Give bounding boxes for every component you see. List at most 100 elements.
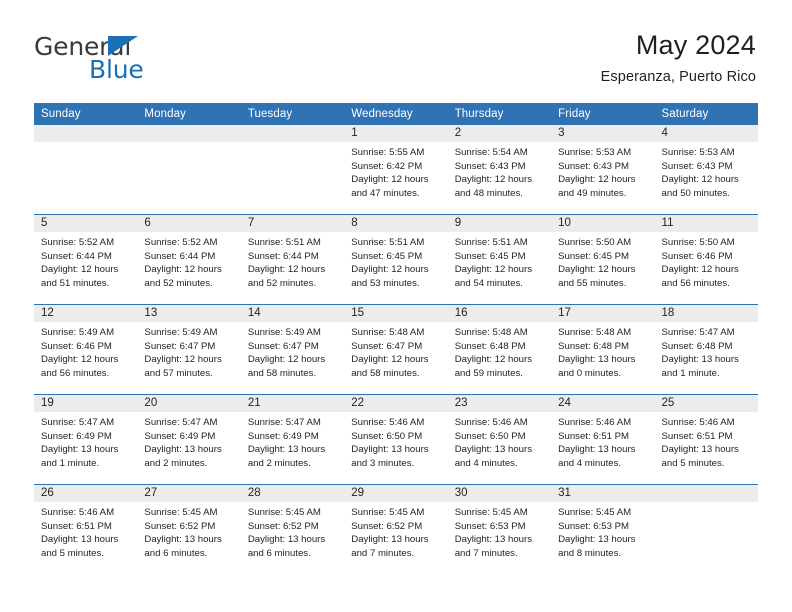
- daylight-text-line2: and 1 minute.: [661, 367, 720, 379]
- calendar-cell-inner: 23 Sunrise: 5:46 AM Sunset: 6:50 PM Dayligh…: [447, 395, 552, 484]
- day-number: 28: [240, 485, 345, 502]
- calendar-day-cell[interactable]: 10 Sunrise: 5:50 AM Sunset: 6:45 PM Dayligh…: [551, 214, 655, 305]
- day-details: Sunrise: 5:49 AM Sunset: 6:47 PM Daylight:…: [137, 322, 240, 380]
- daylight-text-line1: Daylight: 12 hours: [41, 354, 119, 366]
- daylight-text-line1: Daylight: 12 hours: [558, 174, 636, 186]
- calendar-cell-inner: 10 Sunrise: 5:50 AM Sunset: 6:45 PM Dayligh…: [551, 215, 655, 304]
- day-details: Sunrise: 5:47 AM Sunset: 6:49 PM Daylight:…: [137, 412, 240, 470]
- general-blue-logo[interactable]: General Blue: [34, 34, 214, 86]
- day-details: Sunrise: 5:49 AM Sunset: 6:46 PM Daylight:…: [34, 322, 137, 380]
- calendar-body: 1 Sunrise: 5:55 AM Sunset: 6:42 PM Daylight…: [34, 125, 758, 574]
- sunrise-text: Sunrise: 5:50 AM: [661, 237, 735, 248]
- calendar-day-cell[interactable]: 21 Sunrise: 5:47 AM Sunset: 6:49 PM Dayligh…: [240, 394, 345, 485]
- sunrise-text: Sunrise: 5:47 AM: [41, 417, 115, 428]
- sunset-text: Sunset: 6:45 PM: [351, 250, 423, 262]
- calendar-day-cell[interactable]: 31 Sunrise: 5:45 AM Sunset: 6:53 PM Dayligh…: [551, 484, 655, 574]
- calendar-cell-inner: 7 Sunrise: 5:51 AM Sunset: 6:44 PM Daylight…: [240, 215, 345, 304]
- day-details: Sunrise: 5:46 AM Sunset: 6:50 PM Daylight:…: [448, 412, 551, 470]
- calendar-day-cell[interactable]: 13 Sunrise: 5:49 AM Sunset: 6:47 PM Dayligh…: [137, 304, 241, 395]
- sunset-text: Sunset: 6:53 PM: [454, 520, 526, 532]
- day-details: Sunrise: 5:45 AM Sunset: 6:53 PM Daylight:…: [551, 502, 654, 560]
- calendar-day-cell[interactable]: 28 Sunrise: 5:45 AM Sunset: 6:52 PM Dayligh…: [240, 484, 345, 574]
- day-details: Sunrise: 5:55 AM Sunset: 6:42 PM Daylight:…: [344, 142, 447, 200]
- sunset-text: Sunset: 6:42 PM: [351, 160, 423, 172]
- calendar-cell-inner: 18 Sunrise: 5:47 AM Sunset: 6:48 PM Dayligh…: [654, 305, 758, 394]
- sunset-text: Sunset: 6:47 PM: [247, 340, 319, 352]
- daylight-text-line1: Daylight: 12 hours: [247, 354, 326, 366]
- day-details: Sunrise: 5:47 AM Sunset: 6:48 PM Daylight:…: [655, 322, 758, 380]
- calendar-cell-inner: 6 Sunrise: 5:52 AM Sunset: 6:44 PM Daylight…: [137, 215, 241, 304]
- calendar-day-cell[interactable]: 18 Sunrise: 5:47 AM Sunset: 6:48 PM Dayligh…: [654, 304, 758, 395]
- daylight-text-line1: Daylight: 13 hours: [661, 444, 739, 456]
- daylight-text-line1: Daylight: 12 hours: [558, 264, 636, 276]
- daylight-text-line2: and 55 minutes.: [558, 277, 627, 289]
- weekday-header-monday: Monday: [137, 103, 241, 125]
- day-details: Sunrise: 5:48 AM Sunset: 6:48 PM Daylight:…: [551, 322, 654, 380]
- calendar-day-cell[interactable]: 24 Sunrise: 5:46 AM Sunset: 6:51 PM Dayligh…: [551, 394, 655, 485]
- calendar-day-cell[interactable]: 6 Sunrise: 5:52 AM Sunset: 6:44 PM Daylight…: [137, 214, 241, 305]
- day-details: Sunrise: 5:51 AM Sunset: 6:45 PM Daylight:…: [344, 232, 447, 290]
- day-number: [240, 125, 345, 142]
- daylight-text-line2: and 4 minutes.: [558, 457, 622, 469]
- calendar-day-cell[interactable]: 4 Sunrise: 5:53 AM Sunset: 6:43 PM Daylight…: [654, 125, 758, 215]
- calendar-day-cell[interactable]: 7 Sunrise: 5:51 AM Sunset: 6:44 PM Daylight…: [240, 214, 345, 305]
- day-number: 18: [654, 305, 758, 322]
- calendar-day-cell[interactable]: 19 Sunrise: 5:47 AM Sunset: 6:49 PM Dayligh…: [34, 394, 138, 485]
- day-number: 27: [137, 485, 241, 502]
- calendar-day-cell[interactable]: 17 Sunrise: 5:48 AM Sunset: 6:48 PM Dayligh…: [551, 304, 655, 395]
- calendar-day-cell[interactable]: 30 Sunrise: 5:45 AM Sunset: 6:53 PM Dayligh…: [447, 484, 552, 574]
- calendar-cell-inner: [654, 485, 758, 574]
- calendar-cell-inner: 8 Sunrise: 5:51 AM Sunset: 6:45 PM Daylight…: [344, 215, 448, 304]
- calendar-day-cell[interactable]: 12 Sunrise: 5:49 AM Sunset: 6:46 PM Dayligh…: [34, 304, 138, 395]
- sunset-text: Sunset: 6:45 PM: [454, 250, 526, 262]
- calendar-day-cell[interactable]: 29 Sunrise: 5:45 AM Sunset: 6:52 PM Dayligh…: [344, 484, 448, 574]
- day-details: Sunrise: 5:54 AM Sunset: 6:43 PM Daylight:…: [448, 142, 551, 200]
- daylight-text-line2: and 4 minutes.: [454, 457, 518, 469]
- sunrise-text: Sunrise: 5:45 AM: [144, 507, 218, 518]
- calendar-day-cell[interactable]: 3 Sunrise: 5:53 AM Sunset: 6:43 PM Daylight…: [551, 125, 655, 215]
- sunrise-text: Sunrise: 5:47 AM: [144, 417, 218, 428]
- sunrise-text: Sunrise: 5:45 AM: [247, 507, 321, 518]
- daylight-text-line1: Daylight: 13 hours: [454, 444, 533, 456]
- sunset-text: Sunset: 6:45 PM: [558, 250, 630, 262]
- calendar-day-cell[interactable]: 15 Sunrise: 5:48 AM Sunset: 6:47 PM Dayligh…: [344, 304, 448, 395]
- calendar-day-cell[interactable]: 8 Sunrise: 5:51 AM Sunset: 6:45 PM Daylight…: [344, 214, 448, 305]
- day-number: 14: [240, 305, 345, 322]
- calendar-day-cell[interactable]: 1 Sunrise: 5:55 AM Sunset: 6:42 PM Daylight…: [344, 125, 448, 215]
- calendar-day-cell[interactable]: 11 Sunrise: 5:50 AM Sunset: 6:46 PM Dayligh…: [654, 214, 758, 305]
- calendar-day-cell[interactable]: 22 Sunrise: 5:46 AM Sunset: 6:50 PM Dayligh…: [344, 394, 448, 485]
- day-details: Sunrise: 5:53 AM Sunset: 6:43 PM Daylight:…: [655, 142, 758, 200]
- daylight-text-line1: Daylight: 12 hours: [351, 264, 429, 276]
- calendar-day-cell[interactable]: 23 Sunrise: 5:46 AM Sunset: 6:50 PM Dayligh…: [447, 394, 552, 485]
- calendar-day-cell[interactable]: 26 Sunrise: 5:46 AM Sunset: 6:51 PM Dayligh…: [34, 484, 138, 574]
- daylight-text-line2: and 58 minutes.: [247, 367, 317, 379]
- sunrise-text: Sunrise: 5:49 AM: [144, 327, 218, 338]
- calendar-day-cell[interactable]: 5 Sunrise: 5:52 AM Sunset: 6:44 PM Daylight…: [34, 214, 138, 305]
- calendar-day-cell[interactable]: 16 Sunrise: 5:48 AM Sunset: 6:48 PM Dayligh…: [447, 304, 552, 395]
- day-details: Sunrise: 5:46 AM Sunset: 6:51 PM Daylight:…: [34, 502, 137, 560]
- daylight-text-line1: Daylight: 13 hours: [661, 354, 739, 366]
- calendar-cell-inner: 12 Sunrise: 5:49 AM Sunset: 6:46 PM Dayligh…: [34, 305, 138, 394]
- daylight-text-line2: and 58 minutes.: [351, 367, 420, 379]
- day-details: Sunrise: 5:46 AM Sunset: 6:50 PM Daylight:…: [344, 412, 447, 470]
- calendar-day-cell[interactable]: 25 Sunrise: 5:46 AM Sunset: 6:51 PM Dayligh…: [654, 394, 758, 485]
- calendar-cell-inner: 21 Sunrise: 5:47 AM Sunset: 6:49 PM Dayligh…: [240, 395, 345, 484]
- daylight-text-line1: Daylight: 13 hours: [558, 444, 636, 456]
- calendar-day-cell[interactable]: 2 Sunrise: 5:54 AM Sunset: 6:43 PM Daylight…: [447, 125, 552, 215]
- calendar-day-cell[interactable]: 20 Sunrise: 5:47 AM Sunset: 6:49 PM Dayligh…: [137, 394, 241, 485]
- day-number: 22: [344, 395, 448, 412]
- calendar-day-cell[interactable]: 27 Sunrise: 5:45 AM Sunset: 6:52 PM Dayligh…: [137, 484, 241, 574]
- day-details: Sunrise: 5:50 AM Sunset: 6:46 PM Daylight:…: [655, 232, 758, 290]
- daylight-text-line1: Daylight: 12 hours: [351, 174, 429, 186]
- calendar-week-row: 1 Sunrise: 5:55 AM Sunset: 6:42 PM Daylight…: [34, 125, 758, 215]
- day-number: 21: [240, 395, 345, 412]
- calendar-day-cell[interactable]: 9 Sunrise: 5:51 AM Sunset: 6:45 PM Daylight…: [447, 214, 552, 305]
- day-details: Sunrise: 5:45 AM Sunset: 6:52 PM Daylight:…: [344, 502, 447, 560]
- calendar-day-cell[interactable]: 14 Sunrise: 5:49 AM Sunset: 6:47 PM Dayligh…: [240, 304, 345, 395]
- daylight-text-line2: and 50 minutes.: [661, 187, 730, 199]
- title-block: May 2024 Esperanza, Puerto Rico: [601, 30, 756, 85]
- calendar-cell-inner: 16 Sunrise: 5:48 AM Sunset: 6:48 PM Dayligh…: [447, 305, 552, 394]
- daylight-text-line1: Daylight: 13 hours: [247, 534, 326, 546]
- sunrise-text: Sunrise: 5:46 AM: [558, 417, 632, 428]
- sunset-text: Sunset: 6:44 PM: [41, 250, 112, 262]
